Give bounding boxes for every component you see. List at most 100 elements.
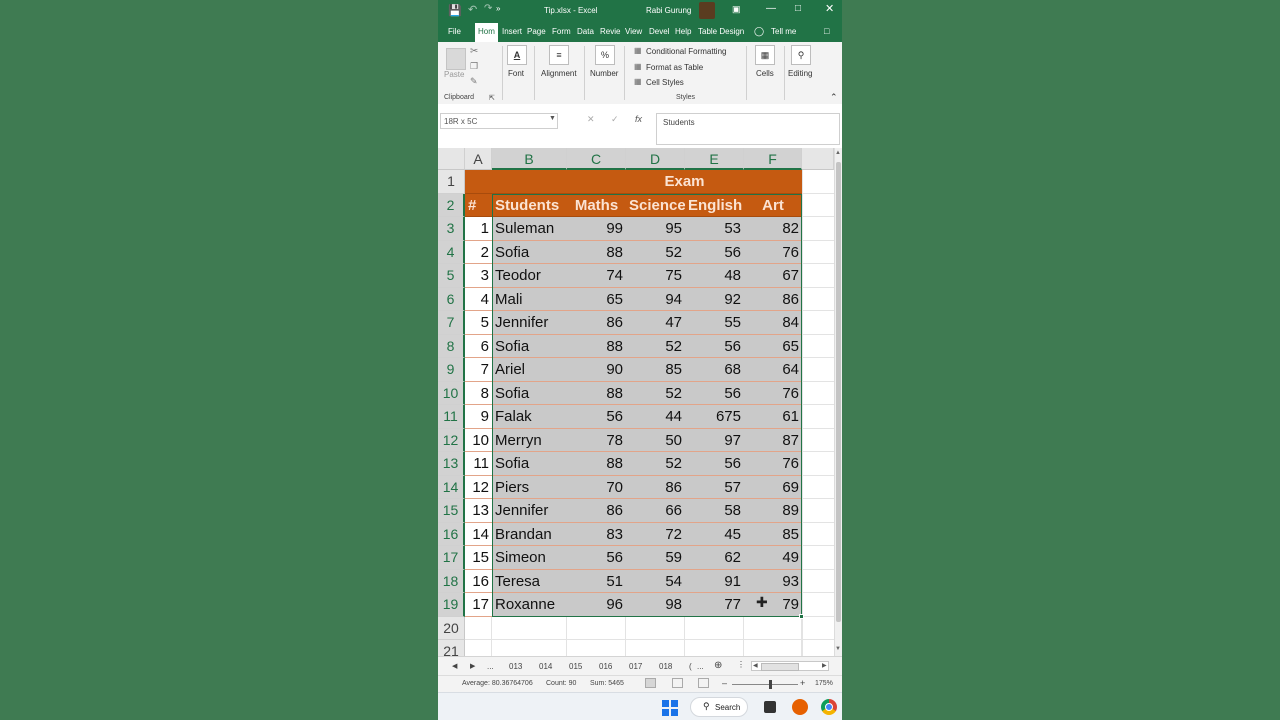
- table-cell[interactable]: 90: [567, 358, 626, 382]
- zoom-slider-thumb[interactable]: [769, 680, 772, 689]
- empty-cell[interactable]: [802, 193, 834, 217]
- empty-cell[interactable]: [465, 616, 492, 640]
- table-cell[interactable]: 96: [567, 593, 626, 617]
- row-header[interactable]: 1: [438, 170, 465, 194]
- table-cell[interactable]: 58: [685, 499, 744, 523]
- font-icon[interactable]: A: [507, 45, 527, 65]
- column-header-b[interactable]: B: [492, 148, 567, 170]
- empty-cell[interactable]: [626, 616, 685, 640]
- table-cell[interactable]: 52: [626, 381, 685, 405]
- empty-cell[interactable]: [802, 381, 834, 405]
- column-header-d[interactable]: D: [626, 148, 685, 170]
- redo-icon[interactable]: ↷: [484, 3, 492, 14]
- table-cell[interactable]: 15: [465, 546, 492, 570]
- table-header-cell[interactable]: #: [465, 193, 492, 217]
- row-header[interactable]: 18: [438, 569, 465, 593]
- page-layout-view-icon[interactable]: [672, 678, 683, 688]
- sheet-tab[interactable]: 013: [509, 662, 522, 671]
- table-cell[interactable]: 56: [685, 452, 744, 476]
- cells-button[interactable]: Cells: [756, 69, 774, 78]
- tab-split-icon[interactable]: ⋮: [737, 660, 745, 669]
- search-icon[interactable]: ⚲: [791, 45, 811, 65]
- table-cell[interactable]: 45: [685, 522, 744, 546]
- column-header-a[interactable]: A: [465, 148, 492, 170]
- table-cell[interactable]: 72: [626, 522, 685, 546]
- table-cell[interactable]: 56: [685, 334, 744, 358]
- table-cell[interactable]: 56: [567, 546, 626, 570]
- row-header[interactable]: 15: [438, 499, 465, 523]
- table-cell[interactable]: 88: [567, 240, 626, 264]
- add-sheet-icon[interactable]: ⊕: [714, 660, 722, 671]
- table-cell[interactable]: 52: [626, 334, 685, 358]
- prev-sheet-icon[interactable]: ◀: [452, 662, 457, 670]
- table-cell[interactable]: 5: [465, 311, 492, 335]
- cells-icon[interactable]: ▦: [755, 45, 775, 65]
- table-cell[interactable]: 47: [626, 311, 685, 335]
- table-header-cell[interactable]: Art: [744, 193, 802, 217]
- table-cell[interactable]: 3: [465, 264, 492, 288]
- table-cell[interactable]: 50: [626, 428, 685, 452]
- windows-start-icon[interactable]: [662, 700, 678, 716]
- row-header[interactable]: 10: [438, 381, 465, 405]
- empty-cell[interactable]: [567, 616, 626, 640]
- table-cell[interactable]: 52: [626, 240, 685, 264]
- row-header[interactable]: 5: [438, 264, 465, 288]
- table-cell[interactable]: 61: [744, 405, 802, 429]
- table-cell[interactable]: 9: [465, 405, 492, 429]
- tab-view[interactable]: View: [625, 27, 642, 36]
- table-cell[interactable]: 86: [567, 499, 626, 523]
- table-cell[interactable]: 83: [567, 522, 626, 546]
- scroll-up-icon[interactable]: ▲: [835, 150, 841, 156]
- sheet-tab[interactable]: 014: [539, 662, 552, 671]
- alignment-icon[interactable]: ≡: [549, 45, 569, 65]
- table-cell[interactable]: 11: [465, 452, 492, 476]
- table-cell[interactable]: 88: [567, 452, 626, 476]
- horizontal-scrollbar[interactable]: ◀ ▶: [751, 661, 829, 671]
- student-name-cell[interactable]: Sofia: [492, 381, 567, 405]
- student-name-cell[interactable]: Brandan: [492, 522, 567, 546]
- chrome-icon[interactable]: [821, 699, 837, 715]
- empty-cell[interactable]: [802, 311, 834, 335]
- empty-cell[interactable]: [802, 499, 834, 523]
- row-header[interactable]: 9: [438, 358, 465, 382]
- tab-table-design[interactable]: Table Design: [698, 27, 744, 36]
- table-cell[interactable]: 93: [744, 569, 802, 593]
- student-name-cell[interactable]: Roxanne: [492, 593, 567, 617]
- formula-input[interactable]: Students: [656, 113, 840, 145]
- empty-cell[interactable]: [802, 264, 834, 288]
- empty-cell[interactable]: [802, 522, 834, 546]
- table-cell[interactable]: 65: [567, 287, 626, 311]
- table-cell[interactable]: 84: [744, 311, 802, 335]
- table-cell[interactable]: 54: [626, 569, 685, 593]
- tab-home[interactable]: Hom: [475, 23, 498, 42]
- empty-cell[interactable]: [802, 452, 834, 476]
- zoom-in-icon[interactable]: +: [800, 678, 805, 688]
- sheet-tab[interactable]: 016: [599, 662, 612, 671]
- scroll-left-icon[interactable]: ◀: [753, 662, 758, 669]
- student-name-cell[interactable]: Ariel: [492, 358, 567, 382]
- table-header-cell[interactable]: Maths: [567, 193, 626, 217]
- close-icon[interactable]: ✕: [825, 2, 834, 15]
- empty-cell[interactable]: [802, 546, 834, 570]
- student-name-cell[interactable]: Jennifer: [492, 499, 567, 523]
- table-cell[interactable]: 59: [626, 546, 685, 570]
- table-cell[interactable]: 10: [465, 429, 492, 452]
- empty-cell[interactable]: [802, 616, 834, 640]
- empty-cell[interactable]: [802, 170, 834, 194]
- tab-help[interactable]: Help: [675, 27, 691, 36]
- row-header[interactable]: 13: [438, 452, 465, 476]
- conditional-formatting-button[interactable]: Conditional Formatting: [646, 47, 726, 56]
- table-cell[interactable]: 97: [685, 428, 744, 452]
- student-name-cell[interactable]: Piers: [492, 475, 567, 499]
- taskbar-search[interactable]: ⚲ Search: [690, 697, 748, 717]
- table-cell[interactable]: 91: [685, 569, 744, 593]
- empty-cell[interactable]: [802, 405, 834, 429]
- column-header-e[interactable]: E: [685, 148, 744, 170]
- row-header[interactable]: 6: [438, 287, 465, 311]
- table-cell[interactable]: 48: [685, 264, 744, 288]
- number-icon[interactable]: %: [595, 45, 615, 65]
- name-box[interactable]: 18R x 5C: [440, 113, 558, 129]
- enter-icon[interactable]: ✓: [611, 114, 619, 125]
- task-view-icon[interactable]: [764, 701, 776, 713]
- table-cell[interactable]: 89: [744, 499, 802, 523]
